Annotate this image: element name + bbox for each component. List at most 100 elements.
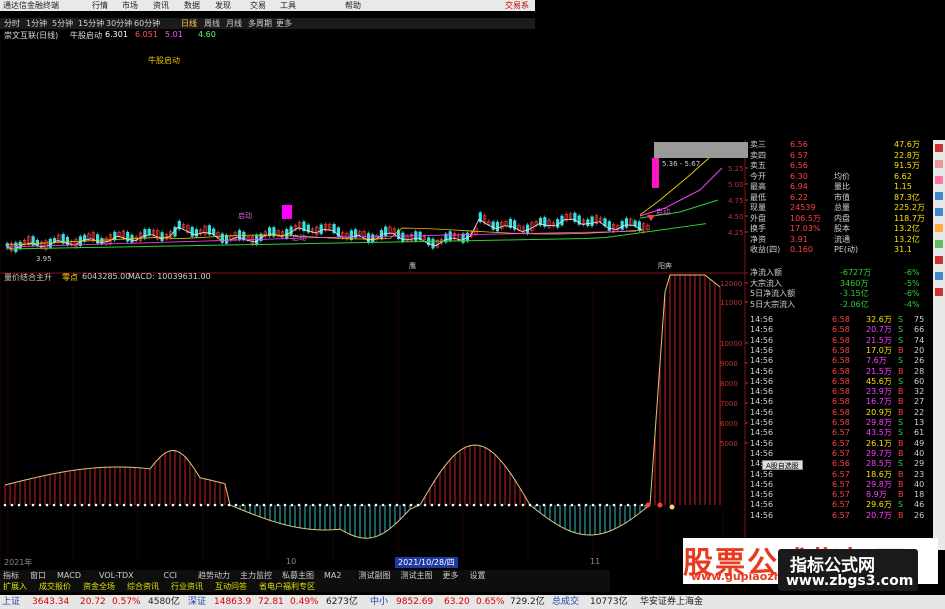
quote-row: 收益(四) 0.160 PE(动) 31.1 (748, 245, 933, 255)
watermark-badge-url: www.zbgs3.com (786, 573, 914, 589)
quote-label-2: 总量 (834, 203, 850, 212)
zero-dot (101, 503, 105, 507)
indicator-tab[interactable]: VOL-TDX (99, 570, 134, 581)
zero-dot (605, 503, 609, 507)
quote-label-2: 市值 (834, 192, 850, 202)
tick-count: 13 (914, 418, 925, 427)
period-multi[interactable]: 多周期 (248, 18, 272, 29)
zero-dot (297, 503, 301, 507)
indicator-tab[interactable]: 主力监控 (240, 570, 272, 581)
quote-label-2: 内盘 (834, 213, 850, 223)
period-15m[interactable]: 15分钟 (78, 18, 104, 29)
sz-index: 14863.9 (214, 597, 252, 607)
period-30m[interactable]: 30分钟 (106, 18, 132, 29)
flow-row: 大宗流入 3460万 -5% (748, 279, 933, 289)
period-more[interactable]: 更多 (276, 18, 292, 29)
period-fenshi[interactable]: 分时 (4, 18, 20, 29)
flow-value: -2.06亿 (840, 299, 869, 309)
flow-label: 5日大宗流入 (750, 299, 796, 309)
period-60m[interactable]: 60分钟 (134, 18, 160, 29)
tick-volume: 29.6万 (866, 500, 892, 510)
indicator-tab[interactable]: MA2 (324, 570, 341, 581)
period-weekly[interactable]: 周线 (204, 18, 220, 29)
quote-label: 最低 (750, 192, 766, 202)
quote-label: 净资 (750, 234, 766, 244)
zero-dot (227, 503, 231, 507)
side-scrollbar[interactable] (933, 140, 945, 550)
quote-label: 外盘 (750, 213, 766, 223)
indicator-tab[interactable]: 趋势动力 (198, 570, 230, 581)
indicator-tab[interactable]: 窗口 (30, 570, 46, 581)
period-monthly[interactable]: 月线 (226, 18, 242, 29)
quote-value: 91.5万 (894, 161, 920, 170)
zero-dot (430, 503, 434, 507)
tick-time: 14:56 (750, 345, 774, 355)
side-icon-4[interactable] (935, 192, 943, 200)
quote-row: 卖三 6.56 47.6万 (748, 140, 933, 150)
menu-market[interactable]: 市场 (122, 0, 138, 11)
tick-price: 6.58 (832, 418, 850, 427)
menu-help[interactable]: 帮助 (345, 0, 361, 11)
period-daily[interactable]: 日线 (181, 18, 197, 29)
zero-dot (3, 503, 7, 507)
info-tab[interactable]: 资金全场 (83, 581, 115, 592)
quote-value: 1.15 (894, 182, 912, 191)
indicator-tab[interactable]: 测试副图 (359, 570, 391, 581)
period-1m[interactable]: 1分钟 (26, 18, 47, 29)
quote-label-2: 均价 (834, 171, 850, 181)
indicator-tab[interactable]: MACD (57, 570, 81, 581)
candle-body (190, 227, 194, 237)
candle-body (620, 221, 624, 230)
info-tab[interactable]: 综合资讯 (127, 581, 159, 592)
indicator-tab[interactable]: 指标 (3, 570, 19, 581)
quote-price: 6.57 (790, 150, 808, 160)
side-icon-6[interactable] (935, 224, 943, 232)
indicator-tab[interactable]: 私募主图 (282, 570, 314, 581)
zero-dot (479, 503, 483, 507)
side-icon-2[interactable] (935, 160, 943, 168)
indicator-tab[interactable]: CCI (164, 570, 178, 581)
side-icon-8[interactable] (935, 256, 943, 264)
indicator-tab[interactable]: 测试主图 (401, 570, 433, 581)
indicator-value-2: MACD: 10039631.00 (128, 272, 211, 281)
zero-dot (598, 503, 602, 507)
menu-trade[interactable]: 交易 (250, 0, 266, 11)
side-icon-1[interactable] (935, 144, 943, 152)
flow-value: -3.15亿 (840, 289, 869, 298)
side-icon-7[interactable] (935, 240, 943, 248)
side-icon-5[interactable] (935, 208, 943, 216)
menu-news[interactable]: 资讯 (153, 0, 169, 11)
indicator-tabs: 指标 窗口 MACD VOL-TDX CCI 趋势动力 主力监控 私募主图 MA2 测试副图 测试主… (0, 570, 610, 581)
period-5m[interactable]: 5分钟 (52, 18, 73, 29)
info-tab[interactable]: 互动问答 (215, 581, 247, 592)
tick-volume: 45.6万 (866, 376, 892, 386)
y-axis-label: 5000 (720, 440, 738, 448)
info-tab[interactable]: 省电户福利专区 (259, 581, 315, 592)
menu-tools[interactable]: 工具 (280, 0, 296, 11)
watchlist-button[interactable]: A股自选股 (762, 460, 803, 470)
period-toolbar: 分时 1分钟 5分钟 15分钟 30分钟 60分钟 日线 周线 月线 多周期 更… (0, 18, 535, 29)
tick-row: 14:56 6.58 23.9万 B 32 (748, 387, 933, 397)
tick-count: 74 (914, 335, 925, 345)
indicator-tab[interactable]: 设置 (470, 570, 486, 581)
tick-price: 6.58 (832, 345, 850, 355)
tick-time: 14:56 (750, 438, 774, 448)
info-tab[interactable]: 成交报价 (39, 581, 71, 592)
side-icon-9[interactable] (935, 272, 943, 280)
menu-discover[interactable]: 发现 (215, 0, 231, 11)
menu-data[interactable]: 数据 (184, 0, 200, 11)
tick-time: 14:56 (750, 387, 774, 397)
candle-body (431, 238, 435, 249)
info-tab[interactable]: 行业资讯 (171, 581, 203, 592)
marker-label: 阳奔 (658, 261, 672, 270)
side-icon-10[interactable] (935, 288, 943, 296)
tick-volume: 29.8万 (866, 479, 892, 489)
side-icon-3[interactable] (935, 176, 943, 184)
zero-dot (367, 503, 371, 507)
indicator-tab[interactable]: 更多 (443, 570, 459, 581)
tick-volume: 20.7万 (866, 325, 892, 335)
zero-dot (94, 503, 98, 507)
info-tab[interactable]: 扩展入 (3, 581, 27, 592)
zero-dot (542, 503, 546, 507)
menu-hq[interactable]: 行情 (92, 0, 108, 11)
